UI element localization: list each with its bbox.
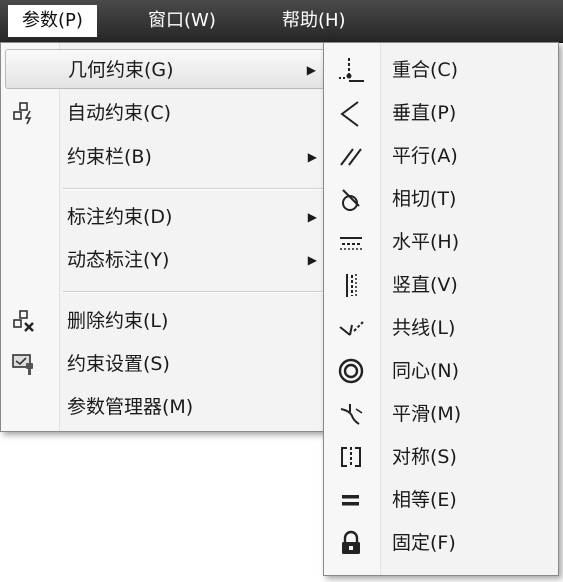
menu-separator — [63, 188, 329, 190]
submenu-item-tangent[interactable]: 相切(T) — [328, 178, 554, 221]
menu-item-constraint-bar[interactable]: 约束栏(B) ▶ — [5, 137, 331, 177]
collinear-icon — [339, 321, 364, 336]
concentric-icon — [338, 358, 364, 384]
menu-item-delete-constraint[interactable]: 删除约束(L) — [5, 301, 331, 341]
submenu-item-perpendicular[interactable]: 垂直(P) — [328, 92, 554, 135]
submenu-item-label: 重合(C) — [392, 59, 459, 81]
menu-window[interactable]: 窗口(W) — [134, 5, 230, 37]
submenu-item-label: 相切(T) — [392, 188, 457, 210]
menu-help[interactable]: 帮助(H) — [268, 5, 360, 37]
submenu-item-label: 水平(H) — [392, 231, 460, 253]
constraint-settings-icon — [12, 354, 33, 375]
tangent-icon — [342, 189, 360, 211]
submenu-item-collinear[interactable]: 共线(L) — [328, 307, 554, 350]
menu-item-parameters-manager[interactable]: 参数管理器(M) — [5, 387, 331, 427]
horizontal-icon — [340, 237, 362, 250]
coincident-icon — [339, 58, 364, 82]
submenu-item-label: 共线(L) — [392, 317, 456, 339]
menu-item-dynamic-dimension[interactable]: 动态标注(Y) ▶ — [5, 240, 331, 280]
menu-item-label: 自动约束(C) — [67, 102, 172, 124]
submenu-item-parallel[interactable]: 平行(A) — [328, 135, 554, 178]
menu-bar: 参数(P) 窗口(W) 帮助(H) — [0, 0, 563, 43]
submenu-item-label: 固定(F) — [392, 532, 456, 554]
symmetric-icon — [341, 447, 361, 467]
menu-item-auto-constrain[interactable]: 自动约束(C) — [5, 93, 331, 133]
submenu-arrow-icon: ▶ — [307, 253, 317, 267]
menu-parameters[interactable]: 参数(P) — [8, 5, 97, 37]
menu-item-label: 标注约束(D) — [67, 206, 173, 228]
geometric-constraint-submenu: 重合(C) 垂直(P) 平行(A) 相切(T) 水平(H) 竖直(V) 共线(L… — [323, 42, 559, 576]
perpendicular-icon — [340, 101, 359, 127]
menu-item-label: 约束栏(B) — [67, 146, 152, 168]
parameters-dropdown: 几何约束(G) ▶ 自动约束(C) 约束栏(B) ▶ 标注约束(D) ▶ 动态标… — [0, 42, 335, 432]
submenu-arrow-icon: ▶ — [306, 63, 316, 77]
delete-constraint-icon — [13, 310, 34, 332]
menu-item-label: 约束设置(S) — [67, 353, 170, 375]
submenu-arrow-icon: ▶ — [307, 150, 317, 164]
submenu-item-label: 平滑(M) — [392, 403, 462, 425]
menu-item-constraint-settings[interactable]: 约束设置(S) — [5, 344, 331, 384]
menu-item-geometric-constraint[interactable]: 几何约束(G) ▶ — [5, 49, 331, 89]
menu-item-label: 参数管理器(M) — [67, 396, 194, 418]
vertical-icon — [346, 274, 357, 297]
menu-separator — [63, 291, 329, 293]
submenu-arrow-icon: ▶ — [307, 210, 317, 224]
submenu-item-label: 同心(N) — [392, 360, 460, 382]
menu-item-label: 删除约束(L) — [67, 310, 169, 332]
parallel-icon — [340, 148, 362, 166]
menu-item-dimensional-constraint[interactable]: 标注约束(D) ▶ — [5, 197, 331, 237]
submenu-item-label: 对称(S) — [392, 446, 457, 468]
submenu-item-symmetric[interactable]: 对称(S) — [328, 436, 554, 479]
submenu-item-label: 相等(E) — [392, 489, 457, 511]
auto-constraint-icon — [13, 102, 32, 125]
submenu-item-coincident[interactable]: 重合(C) — [328, 49, 554, 92]
submenu-item-label: 竖直(V) — [392, 274, 458, 296]
submenu-item-fix[interactable]: 固定(F) — [328, 522, 554, 565]
menu-item-label: 动态标注(Y) — [67, 249, 170, 271]
submenu-item-label: 垂直(P) — [392, 102, 457, 124]
fix-icon — [342, 530, 360, 554]
submenu-item-concentric[interactable]: 同心(N) — [328, 350, 554, 393]
menu-item-label: 几何约束(G) — [68, 59, 174, 81]
equal-icon — [342, 495, 359, 506]
submenu-item-smooth[interactable]: 平滑(M) — [328, 393, 554, 436]
submenu-item-horizontal[interactable]: 水平(H) — [328, 221, 554, 264]
submenu-item-vertical[interactable]: 竖直(V) — [328, 264, 554, 307]
submenu-item-equal[interactable]: 相等(E) — [328, 479, 554, 522]
submenu-item-label: 平行(A) — [392, 145, 458, 167]
smooth-icon — [340, 404, 363, 425]
